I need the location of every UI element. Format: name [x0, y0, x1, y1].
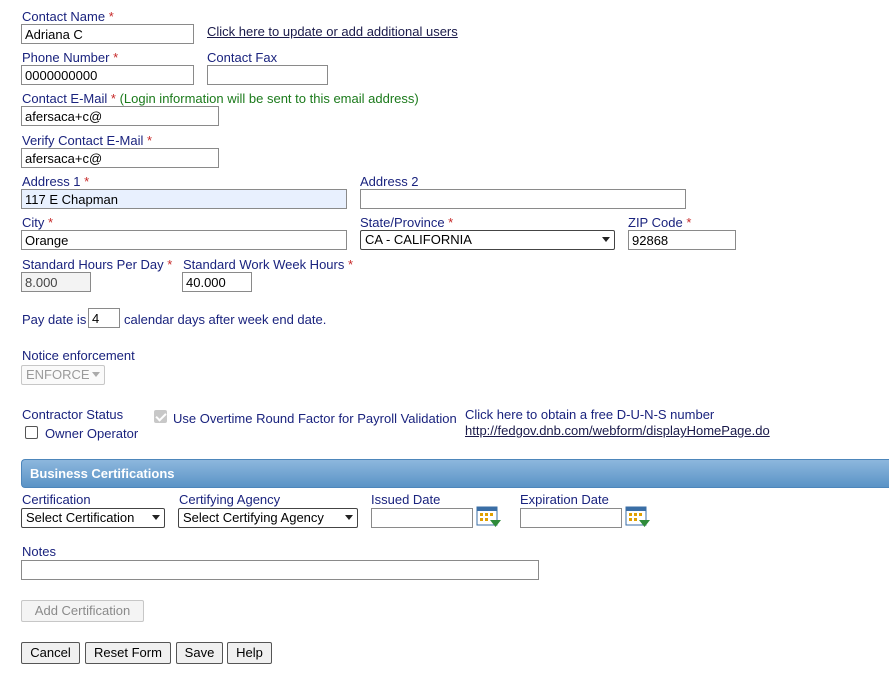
duns-text: Click here to obtain a free D-U-N-S numb…	[465, 407, 715, 422]
notice-enforcement-select[interactable]: ENFORCE	[21, 365, 105, 385]
help-button[interactable]: Help	[227, 642, 272, 664]
address1-input[interactable]	[21, 189, 347, 209]
business-certifications-header: Business Certifications	[21, 459, 889, 488]
city-label: City *	[22, 215, 54, 230]
zip-input[interactable]	[628, 230, 736, 250]
work-week-hours-label: Standard Work Week Hours *	[183, 257, 354, 272]
add-certification-button[interactable]: Add Certification	[21, 600, 144, 622]
contact-email-label: Contact E-Mail * (Login information will…	[22, 91, 419, 106]
chevron-down-icon	[92, 372, 100, 377]
state-label: State/Province *	[360, 215, 454, 230]
overtime-round-checkbox[interactable]	[154, 410, 167, 423]
notes-label: Notes	[22, 544, 56, 559]
certification-select[interactable]: Select Certification	[21, 508, 165, 528]
issued-date-label: Issued Date	[371, 492, 441, 507]
certifying-agency-label: Certifying Agency	[179, 492, 281, 507]
address2-label: Address 2	[360, 174, 419, 189]
work-week-hours-input[interactable]	[182, 272, 252, 292]
city-input[interactable]	[21, 230, 347, 250]
chevron-down-icon	[602, 237, 610, 242]
phone-number-input[interactable]	[21, 65, 194, 85]
reset-form-button[interactable]: Reset Form	[85, 642, 171, 664]
owner-operator-label: Owner Operator	[45, 426, 139, 441]
contact-name-label: Contact Name *	[22, 9, 114, 24]
pay-date-prefix: Pay date is	[22, 312, 87, 327]
phone-number-label: Phone Number *	[22, 50, 119, 65]
owner-operator-checkbox[interactable]	[25, 426, 38, 439]
verify-email-label: Verify Contact E-Mail *	[22, 133, 153, 148]
duns-link[interactable]: http://fedgov.dnb.com/webform/displayHom…	[465, 423, 770, 438]
certification-label: Certification	[22, 492, 91, 507]
pay-date-days-input[interactable]	[88, 308, 120, 328]
address2-input[interactable]	[360, 189, 686, 209]
issued-date-input[interactable]	[371, 508, 473, 528]
update-users-link[interactable]: Click here to update or add additional u…	[207, 24, 458, 39]
cancel-button[interactable]: Cancel	[21, 642, 80, 664]
calendar-icon[interactable]	[476, 506, 502, 528]
chevron-down-icon	[345, 515, 353, 520]
zip-label: ZIP Code *	[628, 215, 692, 230]
contact-name-input[interactable]	[21, 24, 194, 44]
contractor-status-label: Contractor Status	[22, 407, 124, 422]
hours-per-day-label: Standard Hours Per Day *	[22, 257, 173, 272]
save-button[interactable]: Save	[176, 642, 223, 664]
contact-fax-input[interactable]	[207, 65, 328, 85]
notes-input[interactable]	[21, 560, 539, 580]
overtime-round-label: Use Overtime Round Factor for Payroll Va…	[173, 411, 457, 426]
state-select[interactable]: CA - CALIFORNIA	[360, 230, 615, 250]
contact-fax-label: Contact Fax	[207, 50, 278, 65]
pay-date-suffix: calendar days after week end date.	[124, 312, 327, 327]
address1-label: Address 1 *	[22, 174, 90, 189]
expiration-date-input[interactable]	[520, 508, 622, 528]
calendar-icon[interactable]	[625, 506, 651, 528]
hours-per-day-input[interactable]	[21, 272, 91, 292]
expiration-date-label: Expiration Date	[520, 492, 609, 507]
contact-email-input[interactable]	[21, 106, 219, 126]
notice-enforcement-label: Notice enforcement	[22, 348, 135, 363]
verify-email-input[interactable]	[21, 148, 219, 168]
email-login-note: (Login information will be sent to this …	[119, 91, 419, 106]
chevron-down-icon	[152, 515, 160, 520]
certifying-agency-select[interactable]: Select Certifying Agency	[178, 508, 358, 528]
